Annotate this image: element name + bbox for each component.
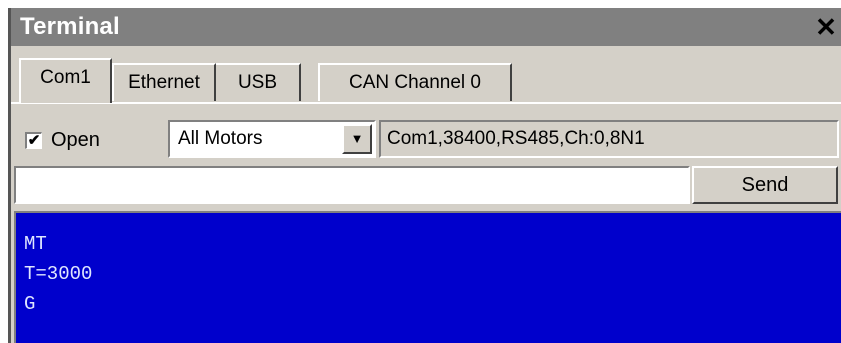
output-line: MT	[24, 233, 47, 255]
connection-status-field: Com1,38400,RS485,Ch:0,8N1	[379, 120, 839, 158]
terminal-window: Terminal ✕ Com1 Ethernet USB CAN Channel…	[8, 8, 841, 343]
tab-can-channel-0[interactable]: CAN Channel 0	[318, 63, 512, 101]
terminal-output[interactable]: MT T=3000 G	[14, 211, 841, 343]
output-line: G	[24, 293, 36, 315]
send-button[interactable]: Send	[692, 166, 838, 204]
tab-divider	[11, 102, 841, 104]
title-bar[interactable]: Terminal ✕	[11, 8, 841, 46]
command-input[interactable]	[14, 166, 690, 204]
output-line: T=3000	[24, 263, 93, 285]
open-checkbox[interactable]: ✔	[25, 132, 42, 149]
connection-status: Com1,38400,RS485,Ch:0,8N1	[387, 128, 645, 149]
tab-usb[interactable]: USB	[216, 63, 301, 101]
tab-com1[interactable]: Com1	[19, 58, 112, 103]
motor-select-value: All Motors	[178, 128, 263, 149]
motor-select[interactable]: All Motors ▼	[168, 120, 376, 158]
open-label[interactable]: Open	[51, 127, 100, 153]
chevron-down-icon[interactable]: ▼	[342, 124, 372, 154]
tab-ethernet[interactable]: Ethernet	[112, 63, 216, 101]
close-icon[interactable]: ✕	[811, 11, 841, 43]
window-title: Terminal	[20, 13, 120, 40]
